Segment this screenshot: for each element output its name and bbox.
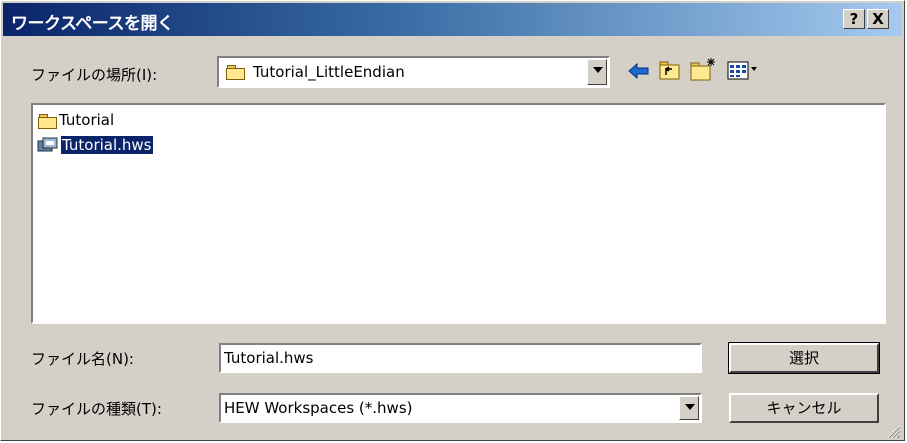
filename-label: ファイル名(N): — [31, 350, 134, 368]
filetype-dropdown-button[interactable] — [679, 396, 699, 420]
folder-icon — [226, 65, 245, 80]
list-item[interactable]: Tutorial — [37, 111, 177, 131]
chevron-down-icon — [685, 404, 695, 410]
title-bar[interactable]: ワークスペースを開く ? X — [3, 3, 902, 36]
filename-value: Tutorial.hws — [224, 349, 314, 367]
list-item-label: Tutorial — [59, 111, 115, 129]
location-value: Tutorial_LittleEndian — [253, 63, 405, 81]
filetype-combo[interactable]: HEW Workspaces (*.hws) — [219, 393, 702, 423]
dialog-title: ワークスペースを開く — [11, 14, 174, 34]
folder-icon — [38, 114, 57, 129]
resize-grip-icon[interactable] — [885, 423, 901, 439]
new-folder-icon[interactable] — [689, 56, 719, 83]
location-dropdown-button[interactable] — [587, 59, 607, 85]
help-button[interactable]: ? — [843, 9, 865, 29]
filetype-value: HEW Workspaces (*.hws) — [224, 399, 413, 417]
select-button[interactable]: 選択 — [728, 342, 880, 374]
location-label: ファイルの場所(I): — [31, 66, 158, 84]
chevron-down-icon — [593, 67, 603, 73]
filetype-label: ファイルの種類(T): — [31, 400, 162, 418]
back-arrow-icon[interactable] — [626, 59, 652, 83]
list-item-label: Tutorial.hws — [60, 135, 154, 155]
location-combo[interactable]: Tutorial_LittleEndian — [217, 56, 610, 88]
view-menu-icon[interactable] — [726, 59, 760, 83]
close-button[interactable]: X — [867, 9, 889, 29]
cancel-button[interactable]: キャンセル — [729, 393, 879, 423]
file-list[interactable]: Tutorial Tutorial.hws — [31, 103, 886, 324]
workspace-file-icon — [37, 137, 58, 152]
up-folder-icon[interactable] — [657, 59, 683, 83]
open-workspace-dialog: ワークスペースを開く ? X ファイルの場所(I): Tutorial_Litt… — [0, 0, 905, 441]
filename-input[interactable]: Tutorial.hws — [219, 343, 702, 373]
list-item[interactable]: Tutorial.hws — [37, 135, 197, 157]
